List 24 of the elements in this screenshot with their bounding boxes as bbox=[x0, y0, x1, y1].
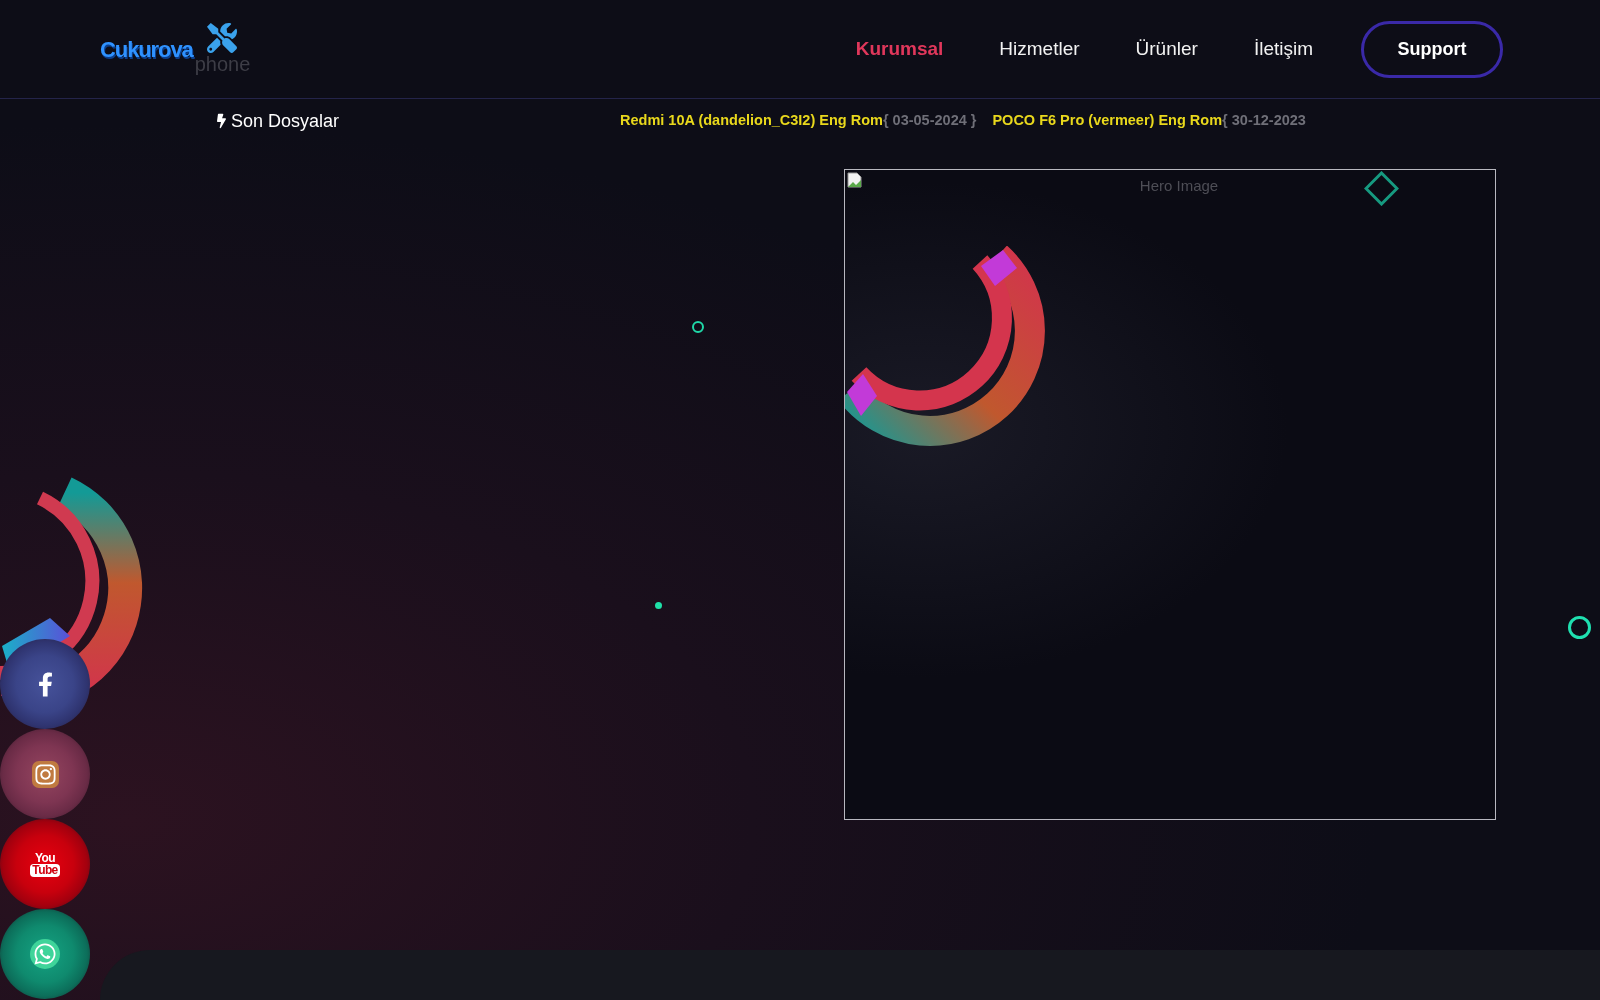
ring-icon bbox=[692, 321, 704, 333]
instagram-icon bbox=[31, 760, 59, 788]
youtube-logo-text: You bbox=[35, 851, 55, 864]
file-date: { 03-05-2024 } bbox=[882, 111, 977, 131]
whatsapp-icon bbox=[30, 939, 60, 969]
file-link[interactable]: POCO F6 Pro (vermeer) Eng Rom bbox=[992, 110, 1223, 132]
youtube-logo-label: Tube bbox=[30, 863, 60, 877]
tools-icon bbox=[207, 23, 238, 53]
broken-image-icon bbox=[847, 172, 863, 188]
logo-wordmark[interactable]: Cukurova bbox=[100, 32, 193, 66]
nav-link[interactable]: Hizmetler bbox=[999, 34, 1080, 64]
social-link-button[interactable]: You Tube bbox=[0, 819, 90, 909]
file-link[interactable]: Redmi 10A (dandelion_C3I2) Eng Rom bbox=[620, 110, 883, 132]
image-alt-text: Hero Image bbox=[1139, 176, 1219, 196]
ring-icon bbox=[1568, 616, 1591, 639]
lightning-icon bbox=[217, 113, 226, 129]
nav-link[interactable]: Ürünler bbox=[1135, 34, 1198, 64]
support-button[interactable]: Support bbox=[1361, 20, 1503, 78]
diamond-icon bbox=[1364, 171, 1399, 206]
facebook-icon bbox=[37, 670, 53, 698]
nav-link[interactable]: İletişim bbox=[1253, 34, 1313, 64]
nav-link[interactable]: Kurumsal bbox=[855, 34, 944, 64]
file-date: { 30-12-2023 bbox=[1222, 111, 1306, 131]
section-title: Son Dosyalar bbox=[231, 109, 340, 133]
